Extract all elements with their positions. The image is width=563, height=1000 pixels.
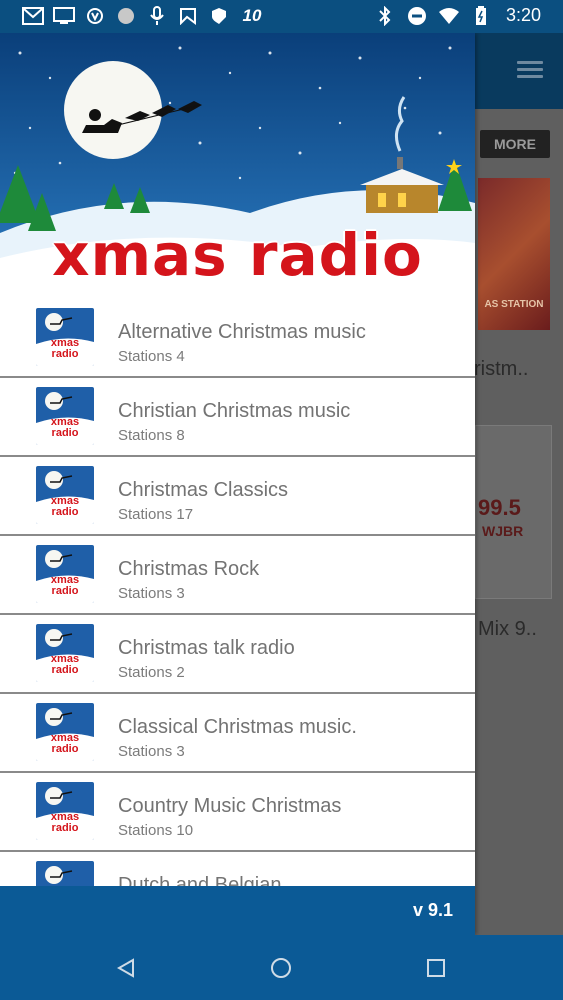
wifi-icon [438, 6, 460, 26]
category-item[interactable]: xmas radio Christmas Rock Stations 3 [0, 536, 475, 615]
category-station-count: Stations 2 [118, 664, 185, 681]
shield-v-icon [84, 6, 106, 26]
thumb-text: xmas radio [50, 574, 80, 597]
category-thumbnail: xmas radio [36, 782, 94, 840]
category-title: Alternative Christmas music [118, 321, 366, 343]
drawer-header: xmas radio [0, 33, 475, 299]
more-button[interactable]: MORE [480, 130, 550, 158]
category-title: Country Music Christmas [118, 795, 342, 817]
category-station-count: Stations 3 [118, 743, 185, 760]
shield-icon [208, 6, 230, 26]
category-title: Christmas talk radio [118, 637, 295, 659]
scrim-strip[interactable] [475, 886, 563, 935]
home-button[interactable] [266, 953, 296, 983]
category-thumbnail: xmas radio [36, 545, 94, 603]
dnd-icon [406, 6, 428, 26]
thumb-text: xmas radio [50, 495, 80, 518]
battery-icon [470, 5, 492, 26]
thumb-text: xmas radio [50, 653, 80, 676]
station-card-label: AS STATION [484, 299, 544, 310]
check-flag-icon [177, 6, 199, 26]
category-thumbnail: xmas radio [36, 703, 94, 761]
app-version: v 9.1 [412, 900, 453, 920]
category-thumbnail: xmas radio [36, 387, 94, 445]
status-left-icons: 10 [22, 6, 265, 26]
category-item[interactable]: xmas radio Classical Christmas music. St… [0, 694, 475, 773]
category-title: Christmas Rock [118, 558, 260, 580]
status-bar: 10 3:20 [0, 0, 563, 33]
category-item[interactable]: xmas radio Christian Christmas music Sta… [0, 378, 475, 457]
category-station-count: Stations 3 [118, 585, 185, 602]
back-button[interactable] [111, 953, 141, 983]
station-card-2-label: 99.5 [478, 495, 521, 520]
gmail-icon [22, 6, 44, 26]
category-station-count: Stations 4 [118, 348, 185, 365]
recents-square-icon [427, 959, 445, 977]
station-title-truncated: ristm.. [474, 358, 529, 380]
drawer-footer: v 9.1 [0, 886, 475, 935]
app-title: xmas radio [52, 221, 423, 289]
status-right-icons: 3:20 [374, 5, 541, 26]
station-card-2-sub: WJBR [482, 523, 524, 539]
radar-icon [115, 6, 137, 26]
cast-icon [53, 6, 75, 26]
category-item[interactable]: xmas radio Alternative Christmas music S… [0, 299, 475, 378]
category-item[interactable]: xmas radio Christmas talk radio Stations… [0, 615, 475, 694]
bluetooth-icon [374, 5, 396, 26]
category-item[interactable]: xmas radio Christmas Classics Stations 1… [0, 457, 475, 536]
thumb-text: xmas radio [50, 416, 80, 439]
list-menu-icon[interactable] [517, 61, 543, 81]
recents-button[interactable] [421, 953, 451, 983]
system-navigation-bar [0, 935, 563, 1000]
category-thumbnail: xmas radio [36, 466, 94, 524]
ten-icon: 10 [242, 6, 262, 25]
category-item[interactable]: xmas radio Country Music Christmas Stati… [0, 773, 475, 852]
category-title: Christmas Classics [118, 479, 289, 501]
category-station-count: Stations 17 [118, 506, 194, 523]
mic-icon [146, 6, 168, 26]
category-thumbnail: xmas radio [36, 624, 94, 682]
thumb-text: xmas radio [50, 732, 80, 755]
thumb-text: xmas radio [50, 811, 80, 834]
station-title-truncated-2: Mix 9.. [478, 618, 537, 640]
navigation-drawer: xmas radio xmas radio Alternative Christ… [0, 33, 475, 935]
back-triangle-icon [116, 958, 134, 978]
category-list: xmas radio Alternative Christmas music S… [0, 299, 475, 931]
clock: 3:20 [505, 5, 541, 25]
category-thumbnail: xmas radio [36, 308, 94, 366]
category-title: Classical Christmas music. [118, 716, 357, 738]
thumb-text: xmas radio [50, 337, 80, 360]
category-station-count: Stations 8 [118, 427, 185, 444]
category-title: Christian Christmas music [118, 400, 351, 422]
home-circle-icon [271, 958, 291, 978]
category-station-count: Stations 10 [118, 822, 194, 839]
